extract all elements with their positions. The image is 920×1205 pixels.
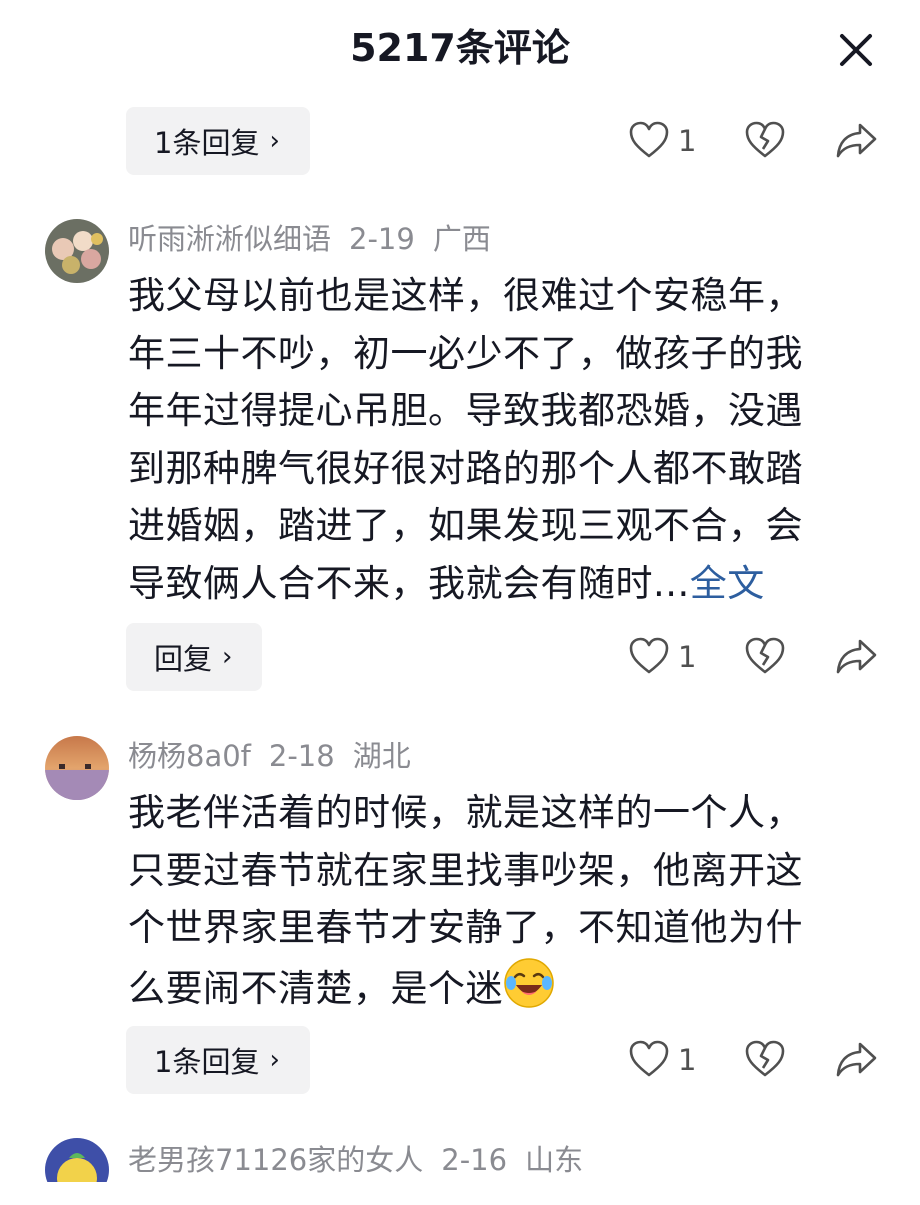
view-replies-button[interactable]: 1条回复 › [126,1026,310,1094]
broken-heart-icon[interactable] [744,635,786,677]
laughing-crying-emoji-icon [504,958,554,1008]
comment-actions: 回复 › 1 [0,623,920,693]
comment-line: 么要闹不清楚，是个迷 [128,957,858,1018]
close-icon[interactable] [832,26,880,74]
username[interactable]: 听雨淅淅似细语 [128,222,331,256]
comment-line: 只要过春节就在家里找事吵架，他离开这 [128,848,803,892]
comment-line-text: 导致俩人合不来，我就会有随时... [128,561,690,605]
chevron-right-icon: › [222,642,233,672]
comment-line-text: 么要闹不清楚，是个迷 [128,966,503,1010]
comment-text: 我父母以前也是这样，很难过个安稳年， 年三十不吵，初一必少不了，做孩子的我 年年… [128,267,858,613]
comment-actions: 1条回复 › 1 [0,107,920,177]
comment-date: 2-19 [349,222,415,256]
avatar[interactable] [45,219,109,283]
reply-button-label: 回复 [154,642,213,676]
username[interactable]: 老男孩71126家的女人 [128,1143,423,1177]
heart-icon[interactable] [628,636,670,676]
comment-line: 导致俩人合不来，我就会有随时...全文 [128,555,858,613]
comment-meta: 杨杨8a0f 2-18 湖北 [128,736,429,776]
username[interactable]: 杨杨8a0f [128,739,251,773]
share-icon[interactable] [834,119,878,161]
share-icon[interactable] [834,1038,878,1080]
reply-button-label: 1条回复 [154,1045,260,1079]
comment-line: 年三十不吵，初一必少不了，做孩子的我 [128,331,803,375]
comment-date: 2-16 [441,1143,508,1177]
comment-text: 我老伴活着的时候，就是这样的一个人， 只要过春节就在家里找事吵架，他离开这 个世… [128,784,858,1017]
heart-icon[interactable] [628,120,670,160]
heart-icon[interactable] [628,1039,670,1079]
share-icon[interactable] [834,635,878,677]
comment-date: 2-18 [268,739,335,773]
broken-heart-icon[interactable] [744,1038,786,1080]
broken-heart-icon[interactable] [744,119,786,161]
comment-line: 我老伴活着的时候，就是这样的一个人， [128,791,803,834]
like-count: 1 [678,640,697,674]
comment-line: 进婚姻，踏进了，如果发现三观不合，会 [128,504,803,548]
reply-button-label: 1条回复 [154,126,260,160]
chevron-right-icon: › [269,1045,280,1075]
comments-title: 5217条评论 [350,26,570,70]
reply-button[interactable]: 回复 › [126,623,263,691]
comment-actions: 1条回复 › 1 [0,1026,920,1096]
comment-location: 山东 [525,1143,584,1177]
comment-line: 我父母以前也是这样，很难过个安稳年， [128,274,803,317]
comment-location: 湖北 [352,739,411,773]
comment-line: 到那种脾气很好很对路的那个人都不敢踏 [128,446,803,490]
like-count: 1 [678,1043,697,1077]
chevron-right-icon: › [269,126,280,156]
comments-header: 5217条评论 [0,0,920,100]
comment-location: 广西 [432,222,491,256]
avatar[interactable] [45,1138,109,1182]
view-replies-button[interactable]: 1条回复 › [126,107,310,175]
expand-full-text-link[interactable]: 全文 [690,562,765,605]
avatar[interactable] [45,736,109,800]
comment-item: 杨杨8a0f 2-18 湖北 我老伴活着的时候，就是这样的一个人， 只要过春节就在家… [0,736,920,1026]
comment-line: 年年过得提心吊胆。导致我都恐婚，没遇 [128,389,803,433]
comment-line: 个世界家里春节才安静了，不知道他为什 [128,906,803,950]
like-count: 1 [678,124,697,158]
comment-meta: 老男孩71126家的女人 2-16 山东 [128,1140,601,1180]
comment-item: 老男孩71126家的女人 2-16 山东 [0,1138,920,1182]
comment-meta: 听雨淅淅似细语 2-19 广西 [128,219,509,259]
